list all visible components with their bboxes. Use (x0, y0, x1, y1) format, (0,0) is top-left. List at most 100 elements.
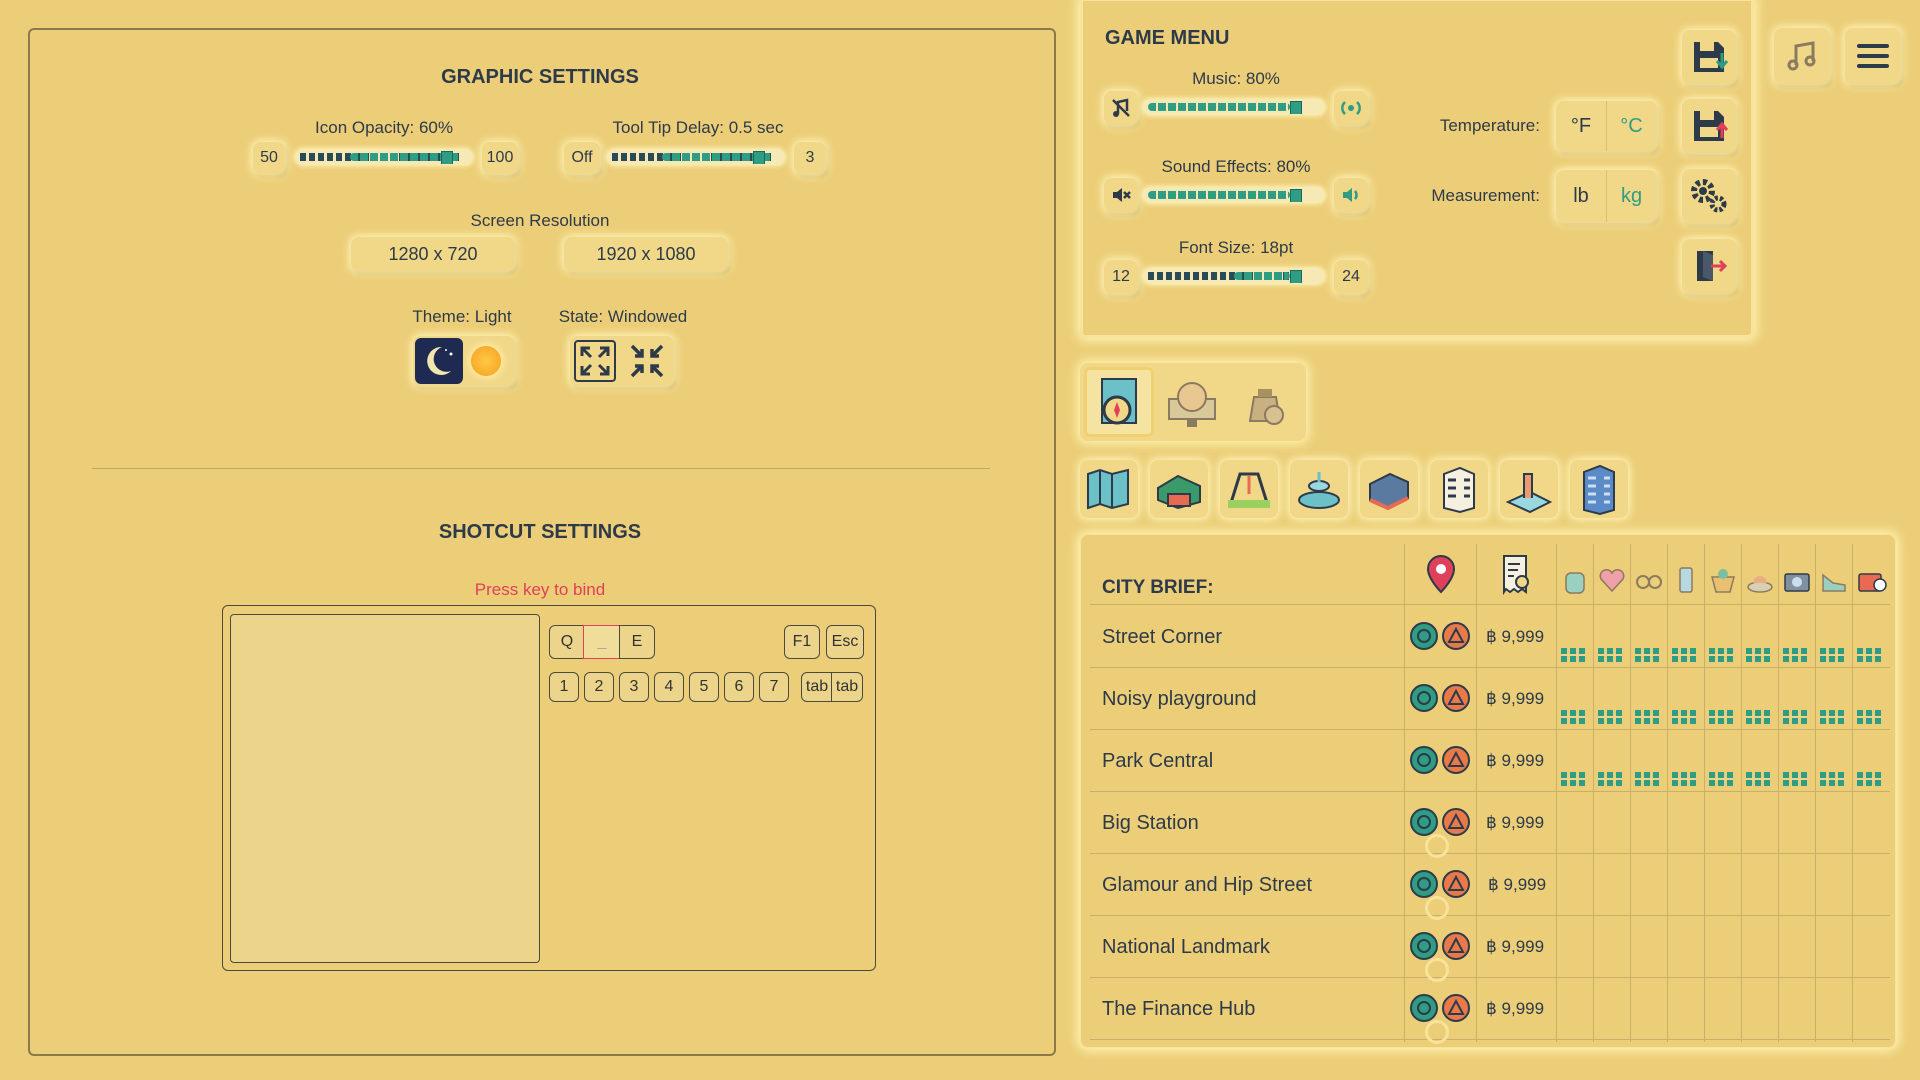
sfx-slider[interactable] (1144, 188, 1324, 202)
measure-kg-option[interactable]: kg (1606, 170, 1657, 222)
city-row-name[interactable]: Park Central (1102, 750, 1213, 773)
globe-icon (1168, 382, 1216, 427)
status-circle-icon (1410, 684, 1438, 712)
measure-lb-option[interactable]: lb (1556, 170, 1607, 222)
font-max-button[interactable]: 24 (1334, 260, 1368, 294)
city-row-price: ฿ 9,999 (1486, 813, 1545, 832)
city-row-name[interactable]: The Finance Hub (1102, 998, 1255, 1021)
category-playground-button[interactable] (1220, 460, 1278, 518)
temp-fahrenheit-option[interactable]: °F (1556, 101, 1607, 151)
tab-map[interactable] (1084, 367, 1154, 437)
city-row-name[interactable]: Street Corner (1102, 626, 1222, 649)
rating-bar (1857, 772, 1881, 786)
key-2[interactable]: 2 (584, 672, 614, 702)
loading-ring-icon (1425, 896, 1449, 920)
key-f1[interactable]: F1 (784, 625, 820, 659)
key-tab-2[interactable]: tab (831, 672, 863, 702)
key-q[interactable]: Q (549, 625, 585, 659)
folded-map-icon (1087, 468, 1129, 510)
rating-bar (1783, 710, 1807, 724)
sfx-mute-button[interactable] (1104, 178, 1138, 212)
resolution-1280-button[interactable]: 1280 x 720 (351, 237, 515, 271)
game-menu-title: GAME MENU (1105, 27, 1230, 49)
font-size-slider[interactable] (1144, 269, 1324, 283)
col-divider-3 (1556, 544, 1557, 1042)
exit-button[interactable] (1682, 239, 1736, 293)
city-row-price: ฿ 9,999 (1486, 751, 1545, 770)
temp-celsius-option[interactable]: °C (1606, 101, 1657, 151)
windowed-icon[interactable] (626, 340, 668, 382)
city-row-name[interactable]: Noisy playground (1102, 688, 1257, 711)
tab-money[interactable] (1230, 367, 1300, 437)
sfx-max-button[interactable] (1334, 178, 1368, 212)
city-row-name[interactable]: Big Station (1102, 812, 1199, 835)
city-brief-title: CITY BRIEF: (1102, 577, 1214, 598)
key-tab-1[interactable]: tab (801, 672, 833, 702)
theme-toggle[interactable] (413, 336, 515, 386)
tab-globe[interactable] (1157, 367, 1227, 437)
rating-bar (1561, 772, 1585, 786)
music-mute-button[interactable] (1104, 91, 1138, 125)
save-button[interactable] (1682, 30, 1736, 84)
settings-button[interactable] (1682, 169, 1736, 223)
briefcase-clock-icon (1856, 565, 1888, 600)
rating-bar (1783, 772, 1807, 786)
menu-button[interactable] (1845, 28, 1901, 84)
measurement-toggle[interactable]: lb kg (1556, 170, 1657, 222)
col-divider-11 (1852, 544, 1853, 1042)
category-landmark-button[interactable] (1500, 460, 1558, 518)
tooltip-delay-slider[interactable] (608, 150, 784, 164)
temperature-toggle[interactable]: °F °C (1556, 101, 1657, 151)
moon-icon[interactable] (415, 338, 463, 384)
status-circle-icon (1410, 932, 1438, 960)
glasses-icon (1634, 565, 1664, 600)
sun-icon[interactable] (471, 346, 501, 376)
music-on-icon (1341, 101, 1361, 115)
key-5[interactable]: 5 (689, 672, 719, 702)
window-state-toggle[interactable] (570, 336, 674, 386)
music-button[interactable] (1774, 28, 1830, 84)
icon-opacity-min-button[interactable]: 50 (253, 142, 285, 174)
category-house-button[interactable] (1150, 460, 1208, 518)
menu-icon (1857, 44, 1889, 68)
rating-bar (1709, 772, 1733, 786)
rating-bar (1561, 648, 1585, 662)
category-map-button[interactable] (1080, 460, 1138, 518)
font-min-button[interactable]: 12 (1104, 260, 1138, 294)
city-row-name[interactable]: National Landmark (1102, 936, 1270, 959)
key-esc[interactable]: Esc (826, 625, 864, 659)
category-office-button[interactable] (1570, 460, 1628, 518)
camera-icon (1782, 565, 1812, 600)
category-fountain-button[interactable] (1290, 460, 1348, 518)
resolution-1920-button[interactable]: 1920 x 1080 (564, 237, 728, 271)
key-4[interactable]: 4 (654, 672, 684, 702)
key-e[interactable]: E (619, 625, 655, 659)
status-triangle-icon (1442, 622, 1470, 650)
music-slider[interactable] (1144, 100, 1324, 114)
fullscreen-icon[interactable] (574, 340, 616, 382)
category-building-button[interactable] (1430, 460, 1488, 518)
key-binding-active[interactable]: _ (583, 625, 621, 659)
city-row-price: ฿ 9,999 (1486, 999, 1545, 1018)
shortcut-preview (230, 614, 540, 963)
city-row-price: ฿ 9,999 (1486, 627, 1545, 646)
key-7[interactable]: 7 (759, 672, 789, 702)
swing-icon (1228, 472, 1270, 508)
icon-opacity-max-button[interactable]: 100 (482, 142, 518, 174)
city-row-name[interactable]: Glamour and Hip Street (1102, 874, 1312, 897)
rating-bar (1635, 772, 1659, 786)
rating-bar (1598, 710, 1622, 724)
music-max-button[interactable] (1334, 91, 1368, 125)
status-triangle-icon (1442, 808, 1470, 836)
key-3[interactable]: 3 (619, 672, 649, 702)
category-train-button[interactable] (1360, 460, 1418, 518)
building-icon (1443, 466, 1475, 514)
status-triangle-icon (1442, 746, 1470, 774)
col-divider-2 (1476, 544, 1477, 1042)
key-6[interactable]: 6 (724, 672, 754, 702)
tooltip-min-button[interactable]: Off (564, 142, 600, 174)
icon-opacity-slider[interactable] (296, 150, 472, 164)
key-1[interactable]: 1 (549, 672, 579, 702)
tooltip-max-button[interactable]: 3 (794, 142, 826, 174)
load-button[interactable] (1682, 99, 1736, 153)
